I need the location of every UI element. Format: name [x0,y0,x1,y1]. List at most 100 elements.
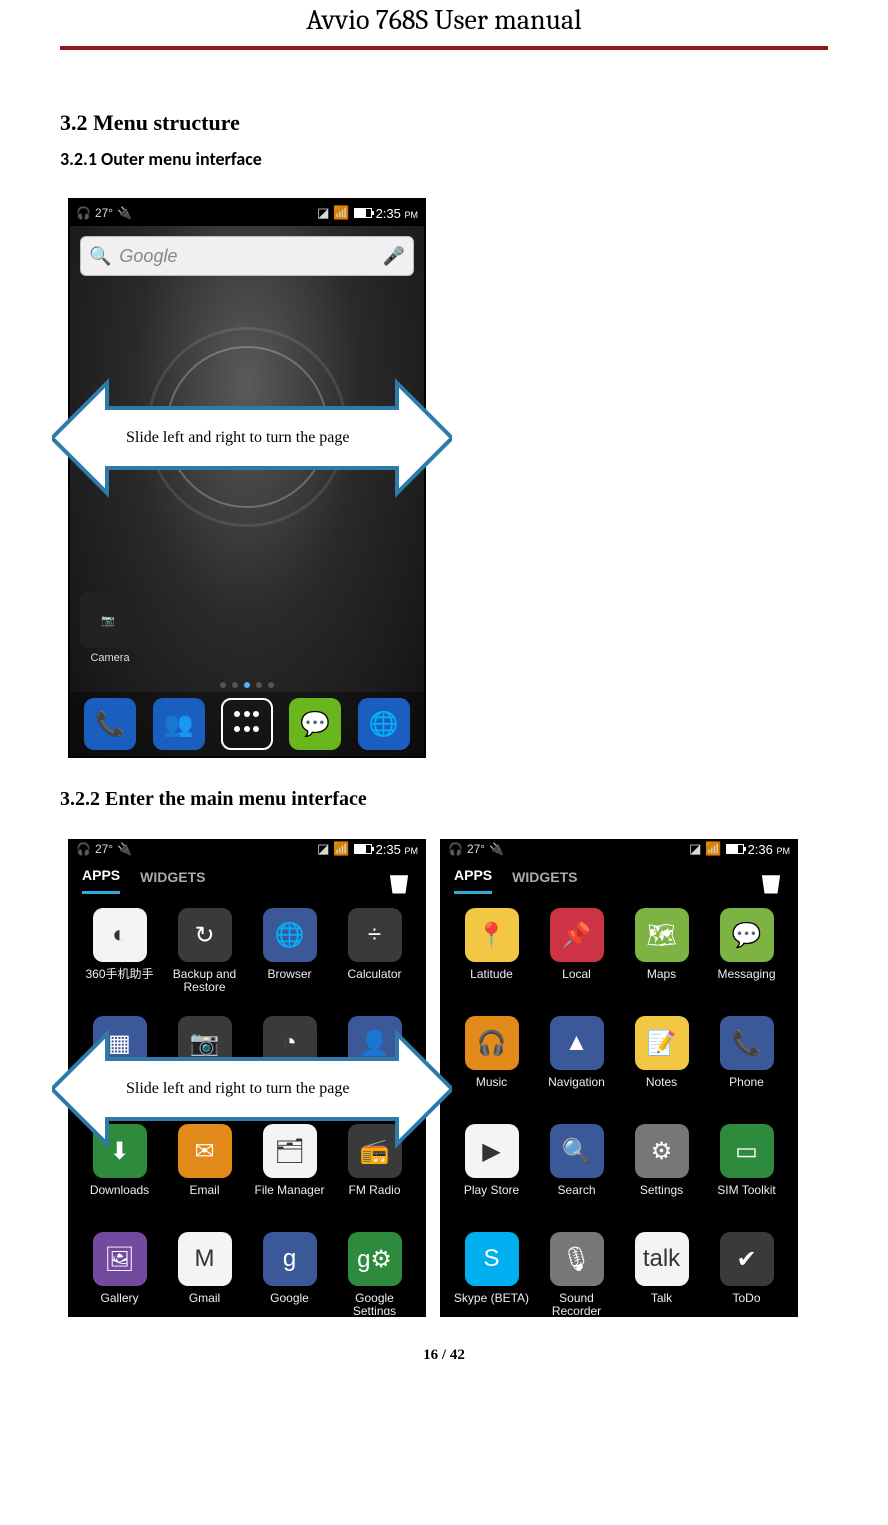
app-gallery[interactable]: 🖼 Gallery [78,1232,161,1317]
app-label: Music [476,1076,507,1089]
app-label: SIM Toolkit [717,1184,775,1197]
signal-icon: 📶 [705,841,721,857]
camera-shortcut[interactable]: 📷 Camera [80,592,140,664]
app-icon: ⚙ [635,1124,689,1178]
app-phone[interactable]: 📞Phone [705,1016,788,1120]
app-label: Maps [647,968,676,981]
app-local[interactable]: 📌Local [535,908,618,1012]
app-maps[interactable]: 🗺Maps [620,908,703,1012]
app-calculator[interactable]: ÷Calculator [333,908,416,1012]
app-icon: ▲ [550,1016,604,1070]
dock-app-drawer-icon[interactable] [221,698,273,750]
app-icon: 📞 [720,1016,774,1070]
figure-main-menu: 🎧 27° 🔌 ◪ 📶 2:35 PM APPS WIDGETS [60,839,828,1317]
app-skype-beta-[interactable]: SSkype (BETA) [450,1232,533,1317]
app-label: Latitude [470,968,513,981]
search-placeholder: Google [119,246,177,267]
app-label: FM Radio [348,1184,400,1197]
dock-phone-icon[interactable]: 📞 [84,698,136,750]
camera-icon: 📷 [80,592,136,648]
app-icon: 🌐 [263,908,317,962]
clock-time: 2:35 PM [376,842,418,857]
search-icon: 🔍 [89,246,111,267]
app-search[interactable]: 🔍 Search [535,1124,618,1228]
heading-3-2-1: 3.2.1 Outer menu interface [60,148,828,170]
clock-time: 2:36 PM [748,842,790,857]
app-icon: talk [635,1232,689,1286]
app-icon: ▶ [465,1124,519,1178]
app-label: Google Settings [336,1292,414,1317]
dock: 📞 👥 💬 🌐 [70,692,424,756]
heading-3-2-2: 3.2.2 Enter the main menu interface [60,788,828,811]
app-icon: 💬 [720,908,774,962]
usb-icon: 🔌 [117,842,132,856]
app-gmail[interactable]: MGmail [163,1232,246,1317]
dock-contacts-icon[interactable]: 👥 [153,698,205,750]
app-label: Search [557,1184,595,1197]
signal-icon: 📶 [333,205,349,221]
app-label: Messaging [717,968,775,981]
sim-indicator: ◪ [317,841,329,857]
sim-indicator: ◪ [317,205,329,221]
tab-widgets[interactable]: WIDGETS [140,869,205,893]
battery-icon [726,844,744,854]
app-label: Backup and Restore [166,968,244,994]
page-indicator [70,682,424,688]
app-label: Sound Recorder [538,1292,616,1317]
tab-widgets[interactable]: WIDGETS [512,869,577,893]
app-sound-recorder[interactable]: 🎙Sound Recorder [535,1232,618,1317]
app-todo[interactable]: ✔ToDo [705,1232,788,1317]
app-google[interactable]: g Google [248,1232,331,1317]
dock-browser-icon[interactable]: 🌐 [358,698,410,750]
app-settings[interactable]: ⚙ Settings [620,1124,703,1228]
app-notes[interactable]: 📝Notes [620,1016,703,1120]
app-label: Google [270,1292,309,1305]
headset-icon: 🎧 [448,842,463,856]
tab-apps[interactable]: APPS [454,867,492,894]
app-icon: 📍 [465,908,519,962]
app-label: Gmail [189,1292,220,1305]
app-icon: 📝 [635,1016,689,1070]
app-sim-toolkit[interactable]: ▭SIM Toolkit [705,1124,788,1228]
status-bar: 🎧 27° 🔌 ◪ 📶 2:36 PM [442,841,796,857]
battery-icon [354,208,372,218]
status-bar: 🎧 27° 🔌 ◪ 📶 2:35 PM [70,841,424,857]
app-label: Settings [640,1184,683,1197]
app-label: 360手机助手 [85,968,153,981]
app-label: ToDo [732,1292,760,1305]
app-messaging[interactable]: 💬 Messaging [705,908,788,1012]
app-icon: ◐ [93,908,147,962]
app-music[interactable]: 🎧Music [450,1016,533,1120]
heading-3-2: 3.2 Menu structure [60,110,828,136]
dock-messaging-icon[interactable]: 💬 [289,698,341,750]
sim-indicator: ◪ [689,841,701,857]
app-label: Email [189,1184,219,1197]
app-label: Talk [651,1292,672,1305]
app-browser[interactable]: 🌐Browser [248,908,331,1012]
app-backup-and-restore[interactable]: ↻Backup and Restore [163,908,246,1012]
app-icon: 🔍 [550,1124,604,1178]
manual-page: Avvio 768S User manual 3.2 Menu structur… [0,0,888,1394]
app-talk[interactable]: talk Talk [620,1232,703,1317]
app-latitude[interactable]: 📍 Latitude [450,908,533,1012]
app-drawer[interactable]: APPS WIDGETS 📍 Latitude 📌Local🗺Maps 💬 Messag… [442,857,796,1317]
tab-apps[interactable]: APPS [82,867,120,894]
signal-icon: 📶 [333,841,349,857]
google-search-bar[interactable]: 🔍 Google 🎤 [80,236,414,276]
app-google-settings[interactable]: g⚙ Google Settings [333,1232,416,1317]
app-360-[interactable]: ◐ 360手机助手 [78,908,161,1012]
app-label: Skype (BETA) [454,1292,529,1305]
play-store-icon[interactable] [386,868,412,894]
app-label: Calculator [347,968,401,981]
mic-icon[interactable]: 🎤 [383,246,405,267]
app-play-store[interactable]: ▶Play Store [450,1124,533,1228]
status-bar: 🎧 27° 🔌 ◪ 📶 2:35 PM [70,200,424,226]
play-store-icon[interactable] [758,868,784,894]
app-icon: g⚙ [348,1232,402,1286]
app-label: Gallery [100,1292,138,1305]
slide-callout-1: Slide left and right to turn the page [52,368,452,508]
app-icon: 🖼 [93,1232,147,1286]
app-icon: g [263,1232,317,1286]
app-navigation[interactable]: ▲Navigation [535,1016,618,1120]
headset-icon: 🎧 [76,206,91,220]
